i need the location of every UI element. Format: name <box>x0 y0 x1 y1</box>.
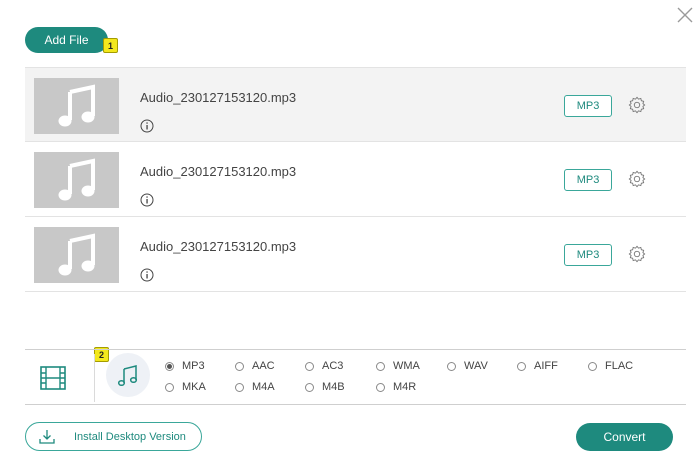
music-note-icon <box>58 158 95 201</box>
gear-icon[interactable] <box>628 170 646 188</box>
format-option-ac3[interactable]: AC3 <box>305 360 343 372</box>
format-option-mka[interactable]: MKA <box>165 381 206 393</box>
install-desktop-label: Install Desktop Version <box>74 431 186 443</box>
gear-icon[interactable] <box>628 96 646 114</box>
info-icon[interactable] <box>140 193 154 207</box>
step-badge-1: 1 <box>103 38 118 53</box>
file-thumbnail <box>34 78 119 134</box>
panel-divider <box>94 354 95 402</box>
format-panel: MP3 AAC AC3 WMA WAV AIFF FLAC MKA M4A M4… <box>25 349 686 405</box>
close-icon[interactable] <box>674 4 696 26</box>
output-format-button[interactable]: MP3 <box>564 95 612 117</box>
format-option-flac[interactable]: FLAC <box>588 360 633 372</box>
file-name: Audio_230127153120.mp3 <box>140 164 297 179</box>
format-option-m4a[interactable]: M4A <box>235 381 275 393</box>
video-film-icon[interactable] <box>39 364 67 392</box>
music-note-icon <box>58 233 95 276</box>
output-format-button[interactable]: MP3 <box>564 244 612 266</box>
file-row[interactable]: Audio_230127153120.mp3 MP3 <box>25 217 686 292</box>
download-icon <box>39 430 55 444</box>
format-option-wma[interactable]: WMA <box>376 360 420 372</box>
install-desktop-button[interactable]: Install Desktop Version <box>25 422 202 451</box>
convert-button[interactable]: Convert <box>576 423 673 451</box>
add-file-button[interactable]: Add File <box>25 27 108 53</box>
music-note-icon <box>58 84 95 127</box>
radio-selected <box>165 361 174 371</box>
file-thumbnail <box>34 227 119 283</box>
file-list: Audio_230127153120.mp3 MP3 Audio_2301271… <box>25 67 686 292</box>
format-option-mp3[interactable]: MP3 <box>165 360 205 372</box>
output-format-button[interactable]: MP3 <box>564 169 612 191</box>
format-option-m4r[interactable]: M4R <box>376 381 416 393</box>
audio-tab[interactable] <box>106 353 150 397</box>
file-name: Audio_230127153120.mp3 <box>140 90 297 105</box>
info-icon[interactable] <box>140 268 154 282</box>
music-note-icon <box>117 365 138 387</box>
gear-icon[interactable] <box>628 245 646 263</box>
file-row[interactable]: Audio_230127153120.mp3 MP3 <box>25 67 686 142</box>
format-option-aiff[interactable]: AIFF <box>517 360 558 372</box>
info-icon[interactable] <box>140 119 154 133</box>
format-option-m4b[interactable]: M4B <box>305 381 345 393</box>
file-row[interactable]: Audio_230127153120.mp3 MP3 <box>25 142 686 217</box>
file-thumbnail <box>34 152 119 208</box>
file-name: Audio_230127153120.mp3 <box>140 239 297 254</box>
format-option-wav[interactable]: WAV <box>447 360 488 372</box>
format-option-aac[interactable]: AAC <box>235 360 275 372</box>
